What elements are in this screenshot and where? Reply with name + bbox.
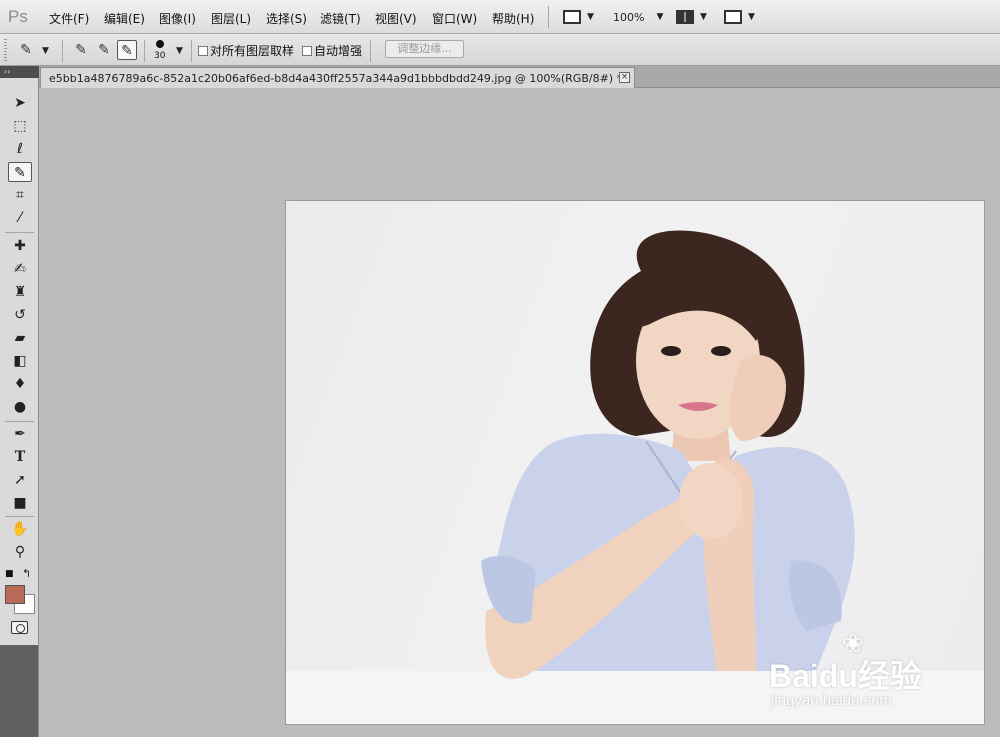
document-tab[interactable]: e5bb1a4876789a6c-852a1c20b06af6ed-b8d4a4… — [40, 67, 635, 88]
menu-separator — [548, 6, 549, 28]
dodge-icon[interactable]: ● — [8, 397, 32, 417]
chevron-down-icon: ▼ — [748, 12, 755, 22]
options-bar: ✎ ▼ ✎ ✎ ✎ ▼ — [0, 34, 1000, 66]
move-icon[interactable]: ➤ — [8, 93, 32, 113]
menu-layer[interactable]: 图层(L) — [211, 10, 251, 27]
crop-icon[interactable]: ⌗ — [8, 185, 32, 205]
screen-mode-icon — [563, 10, 581, 24]
eraser-icon[interactable]: ▰ — [8, 328, 32, 348]
new-selection-brush-icon[interactable]: ✎ — [71, 40, 91, 60]
add-to-selection-brush-icon[interactable]: ✎ — [94, 40, 114, 60]
sample-all-layers-label: 对所有图层取样 — [210, 44, 295, 58]
menu-select[interactable]: 选择(S) — [266, 10, 307, 27]
auto-enhance-label: 自动增强 — [314, 44, 363, 58]
foreground-color-swatch[interactable] — [5, 585, 25, 604]
menu-image[interactable]: 图像(I) — [159, 10, 196, 27]
menu-file[interactable]: 文件(F) — [49, 10, 89, 27]
tool-preset-icon[interactable]: ✎ — [16, 40, 36, 60]
quick-selection-icon[interactable]: ✎ — [8, 162, 32, 182]
chevron-down-icon[interactable]: ▼ — [176, 46, 183, 56]
launch-bridge-icon — [724, 10, 742, 24]
history-brush-icon[interactable]: ↺ — [8, 305, 32, 325]
tool-separator — [5, 516, 34, 517]
refine-edge-button[interactable]: 调整边缘... — [385, 40, 464, 58]
swap-colors-icon[interactable]: ↰ — [22, 567, 31, 580]
options-separator — [370, 40, 371, 62]
photoshop-logo: Ps — [8, 7, 28, 26]
subtract-from-selection-brush-icon[interactable]: ✎ — [117, 40, 137, 60]
tools-panel-collapse[interactable]: ›› — [0, 66, 39, 78]
gradient-icon[interactable]: ◧ — [8, 351, 32, 371]
menu-window[interactable]: 窗口(W) — [432, 10, 477, 27]
tool-separator — [5, 232, 34, 233]
menu-bar: Ps 文件(F) 编辑(E) 图像(I) 图层(L) 选择(S) 滤镜(T) 视… — [0, 0, 1000, 34]
eyedropper-icon[interactable]: ⁄ — [8, 208, 32, 228]
blur-drop-icon[interactable]: ♦ — [8, 374, 32, 394]
brush-size-value[interactable]: 30 — [154, 51, 165, 61]
marquee-icon[interactable]: ⬚ — [8, 116, 32, 136]
arrange-documents-button[interactable]: ▼ — [676, 8, 707, 26]
chevron-down-icon[interactable]: ▼ — [42, 46, 49, 56]
rectangle-icon[interactable]: ■ — [8, 493, 32, 513]
menu-view[interactable]: 视图(V) — [375, 10, 417, 27]
chevron-down-icon: ▼ — [587, 12, 594, 22]
baidu-watermark: Baidu经验 — [769, 658, 922, 694]
brush-preview-icon[interactable] — [156, 40, 164, 48]
options-separator — [191, 40, 192, 62]
type-icon[interactable]: T — [8, 447, 32, 467]
auto-enhance-checkbox[interactable]: 自动增强 — [302, 42, 362, 59]
default-colors-icon[interactable]: ■ — [5, 569, 14, 579]
chevron-down-icon: ▼ — [656, 12, 664, 22]
right-eye — [711, 346, 731, 356]
menu-help[interactable]: 帮助(H) — [492, 10, 534, 27]
screen-layout-button[interactable]: ▼ — [724, 8, 755, 26]
document-tab-title: e5bb1a4876789a6c-852a1c20b06af6ed-b8d4a4… — [49, 72, 623, 85]
bandage-icon[interactable]: ✚ — [8, 236, 32, 256]
tool-separator — [5, 421, 34, 422]
menu-edit[interactable]: 编辑(E) — [104, 10, 145, 27]
screen-mode-button[interactable]: ▼ — [563, 8, 594, 26]
quick-mask-icon[interactable] — [11, 621, 28, 634]
sample-all-layers-checkbox[interactable]: 对所有图层取样 — [198, 42, 294, 59]
checkbox-box[interactable] — [302, 45, 312, 56]
zoom-level-dropdown[interactable]: 100% ▼ — [613, 8, 663, 26]
tools-panel-footer — [0, 645, 39, 737]
options-bar-grip[interactable] — [4, 39, 7, 61]
portrait-photo — [286, 230, 984, 724]
options-separator — [144, 40, 145, 62]
lasso-icon[interactable]: ℓ — [8, 139, 32, 159]
stamp-icon[interactable]: ♜ — [8, 282, 32, 302]
left-eye — [661, 346, 681, 356]
close-icon[interactable]: × — [619, 72, 630, 83]
pen-icon[interactable]: ✒ — [8, 424, 32, 444]
arrange-documents-icon — [676, 10, 694, 24]
brush-icon[interactable]: ✍ — [8, 259, 32, 279]
chevron-down-icon: ▼ — [700, 12, 707, 22]
checkbox-box[interactable] — [198, 45, 208, 56]
baidu-watermark-url: jingyan.baidu.com — [771, 692, 892, 709]
document-canvas[interactable]: ❀ Baidu经验 jingyan.baidu.com — [285, 200, 985, 725]
zoom-icon[interactable]: ⚲ — [8, 542, 32, 562]
options-separator — [62, 40, 63, 62]
clasped-hands — [679, 463, 743, 539]
zoom-level: 100% — [613, 10, 645, 24]
menu-filter[interactable]: 滤镜(T) — [320, 10, 361, 27]
arrow-icon[interactable]: ➚ — [8, 470, 32, 490]
hand-icon[interactable]: ✋ — [8, 519, 32, 539]
